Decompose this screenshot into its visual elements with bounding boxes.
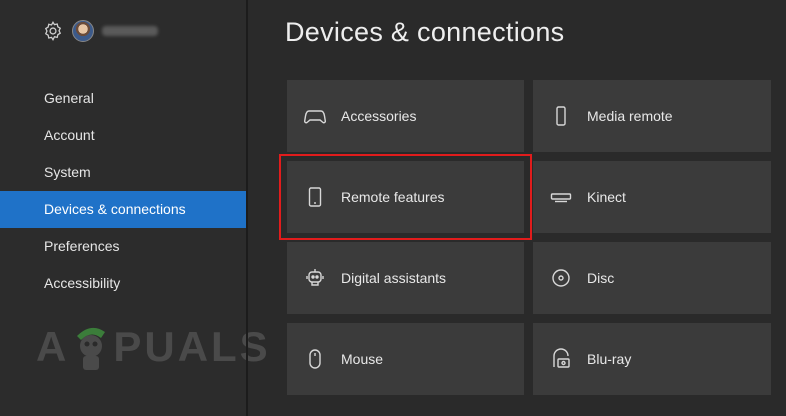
device-tiles-grid: Accessories Media remote Remote features… <box>287 80 771 395</box>
sidebar-item-preferences[interactable]: Preferences <box>0 228 246 265</box>
tile-label: Accessories <box>341 108 417 124</box>
tile-remote-features[interactable]: Remote features <box>287 161 524 233</box>
mouse-icon <box>303 347 327 371</box>
tile-label: Digital assistants <box>341 270 447 286</box>
sidebar-item-general[interactable]: General <box>0 80 246 117</box>
sidebar-item-account[interactable]: Account <box>0 117 246 154</box>
avatar[interactable] <box>72 20 94 42</box>
tile-label: Mouse <box>341 351 384 367</box>
tile-label: Media remote <box>587 108 673 124</box>
tile-media-remote[interactable]: Media remote <box>533 80 771 152</box>
tile-accessories[interactable]: Accessories <box>287 80 524 152</box>
mascot-icon <box>71 318 111 376</box>
tile-disc[interactable]: Disc <box>533 242 771 314</box>
sidebar-item-devices-connections[interactable]: Devices & connections <box>0 191 246 228</box>
sidebar-item-accessibility[interactable]: Accessibility <box>0 265 246 302</box>
remote-icon <box>549 104 573 128</box>
settings-nav: General Account System Devices & connect… <box>0 80 246 302</box>
tile-label: Blu-ray <box>587 351 632 367</box>
disc-icon <box>549 266 573 290</box>
watermark: A PUALS <box>36 318 271 376</box>
phone-icon <box>303 185 327 209</box>
tile-label: Disc <box>587 270 615 286</box>
page-title: Devices & connections <box>285 17 565 47</box>
watermark-text-a: A <box>36 323 70 370</box>
assistant-icon <box>303 266 327 290</box>
controller-icon <box>303 104 327 128</box>
gear-icon[interactable] <box>42 20 64 42</box>
tile-mouse[interactable]: Mouse <box>287 323 524 395</box>
tile-digital-assistants[interactable]: Digital assistants <box>287 242 524 314</box>
bluray-icon <box>549 347 573 371</box>
tile-kinect[interactable]: Kinect <box>533 161 771 233</box>
sidebar-item-system[interactable]: System <box>0 154 246 191</box>
panel-divider <box>246 0 248 416</box>
profile-bar <box>42 20 158 42</box>
kinect-icon <box>549 185 573 209</box>
tile-label: Remote features <box>341 189 445 205</box>
tile-label: Kinect <box>587 189 626 205</box>
tile-blu-ray[interactable]: Blu-ray <box>533 323 771 395</box>
sidebar: General Account System Devices & connect… <box>0 0 268 416</box>
gamertag-blurred <box>102 26 158 36</box>
